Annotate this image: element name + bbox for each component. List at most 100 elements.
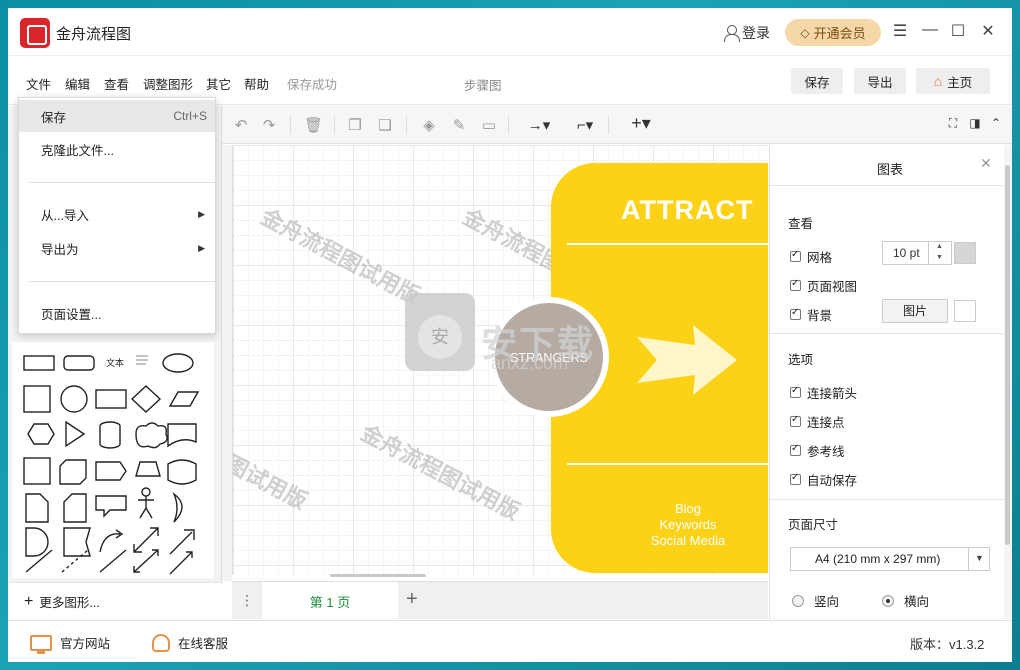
page-tab-1[interactable]: 第 1 页 [262, 582, 398, 620]
more-shapes-button[interactable]: + 更多图形... [8, 582, 222, 620]
home-label: 主页 [947, 75, 973, 90]
connection-arrow-icon[interactable]: →▾ [524, 116, 554, 134]
app-title: 金舟流程图 [56, 26, 132, 43]
menu-help[interactable]: 帮助 [244, 74, 269, 93]
format-panel-icon[interactable]: ◨ [966, 116, 984, 130]
attract-title: ATTRACT [621, 195, 754, 225]
site-watermark-domain: anxz.com [491, 353, 569, 373]
maximize-button[interactable]: ☐ [947, 21, 969, 41]
title-bar: 金舟流程图 登录 ◇ 开通会员 ☰ — ☐ ✕ [8, 8, 1012, 56]
add-page-icon[interactable]: + [406, 588, 418, 611]
grid-checkbox[interactable]: 网格 [790, 247, 832, 266]
login-label: 登录 [742, 25, 770, 41]
page-size-section-title: 页面尺寸 [788, 518, 839, 532]
insert-plus-icon[interactable]: +▾ [624, 113, 658, 134]
delete-icon[interactable]: 🗑 [304, 116, 323, 134]
menu-file[interactable]: 文件 [26, 74, 51, 93]
undo-icon[interactable]: ↶ [232, 116, 250, 134]
close-icon[interactable]: ✕ [980, 155, 992, 172]
footer-bar: 官方网站 在线客服 版本：v1.3.2 [8, 620, 1012, 662]
close-button[interactable]: ✕ [977, 21, 999, 41]
page-menu-icon[interactable]: ⋮ [240, 592, 254, 609]
shape-library[interactable]: 文本 [12, 342, 214, 578]
website-link[interactable]: 官方网站 [30, 633, 111, 654]
redo-icon[interactable]: ↷ [260, 116, 278, 134]
trial-watermark: 图试用版 [232, 450, 312, 515]
delay-shape [25, 527, 49, 557]
save-button[interactable]: 保存 [791, 68, 843, 94]
vip-button[interactable]: ◇ 开通会员 [785, 19, 881, 46]
document-name[interactable]: 步骤图 [464, 75, 502, 94]
background-color-swatch[interactable] [954, 300, 976, 322]
checkbox-checked-icon [790, 443, 801, 456]
sub-item-social-media: Social Media [650, 533, 726, 548]
checkbox-checked-icon [790, 307, 801, 320]
website-label: 官方网站 [60, 637, 111, 651]
menu-import-label: 从...导入 [41, 208, 89, 223]
sidebar-splitter[interactable] [222, 145, 232, 581]
hexagon-shape [27, 423, 55, 445]
connect-points-checkbox[interactable]: 连接点 [790, 412, 845, 431]
thin-line-shape [99, 549, 127, 573]
support-link[interactable]: 在线客服 [152, 633, 228, 652]
landscape-radio[interactable]: 横向 [882, 591, 929, 610]
trial-watermark: 金舟流程图试用版 [356, 419, 524, 525]
directional-arrow-shape [169, 551, 193, 575]
portrait-radio[interactable]: 竖向 [792, 591, 839, 610]
parallelogram-shape [168, 391, 200, 407]
menu-page-setup[interactable]: 页面设置... [19, 297, 215, 329]
diagram-canvas[interactable]: 金舟流程图试用版 金舟流程图试用版 金舟流程图试用版 图试用版 ATTRACT … [232, 145, 768, 575]
version-label: 版本：v1.3.2 [910, 637, 985, 652]
horizontal-scrollbar[interactable] [330, 574, 426, 577]
page-size-select[interactable]: A4 (210 mm x 297 mm) [790, 547, 990, 571]
menu-icon[interactable]: ☰ [889, 21, 911, 41]
grid-color-swatch[interactable] [954, 242, 976, 264]
background-checkbox[interactable]: 背景 [790, 305, 832, 324]
panel-divider [770, 333, 1004, 334]
toolbar-divider [334, 116, 335, 134]
menu-extras[interactable]: 其它 [206, 74, 231, 93]
export-button[interactable]: 导出 [854, 68, 906, 94]
arrow-right-icon [637, 325, 737, 395]
panel-scrollbar-thumb[interactable] [1005, 165, 1010, 545]
chevron-down-icon[interactable]: ▼ [968, 547, 990, 571]
menu-clone[interactable]: 克隆此文件... [19, 133, 215, 165]
home-icon: ⌂ [933, 73, 943, 89]
menu-arrange[interactable]: 调整图形 [143, 74, 193, 93]
connect-arrows-label: 连接箭头 [807, 387, 858, 401]
to-back-icon[interactable]: ❏ [376, 116, 394, 134]
rectangle-shape [23, 355, 55, 371]
checkbox-checked-icon [790, 385, 801, 398]
customer-service-icon [152, 633, 170, 652]
to-front-icon[interactable]: ❐ [346, 116, 364, 134]
waypoint-icon[interactable]: ⌐▾ [570, 116, 600, 134]
more-shapes-label: 更多图形... [39, 596, 100, 610]
menu-save[interactable]: 保存 Ctrl+S [19, 100, 215, 132]
vip-label: 开通会员 [813, 26, 866, 41]
menu-view[interactable]: 查看 [104, 74, 129, 93]
collapse-icon[interactable]: ⌃ [987, 116, 1005, 130]
background-image-button[interactable]: 图片 [882, 299, 948, 323]
menu-import[interactable]: 从...导入 ▶ [19, 198, 215, 230]
checkbox-checked-icon [790, 278, 801, 291]
page-view-checkbox[interactable]: 页面视图 [790, 276, 857, 295]
connect-arrows-checkbox[interactable]: 连接箭头 [790, 383, 857, 402]
minimize-button[interactable]: — [919, 21, 941, 39]
tape-shape [167, 459, 197, 485]
home-button[interactable]: ⌂ 主页 [916, 68, 990, 94]
login-button[interactable]: 登录 [724, 23, 770, 43]
guides-checkbox[interactable]: 参考线 [790, 441, 845, 460]
sub-item-blog: Blog [674, 501, 702, 516]
portrait-label: 竖向 [814, 595, 840, 609]
line-color-icon[interactable]: ✎ [450, 116, 468, 134]
fill-color-icon[interactable]: ◈ [420, 116, 438, 134]
radio-selected-icon [882, 594, 894, 607]
menu-export-as[interactable]: 导出为 ▶ [19, 232, 215, 264]
autosave-checkbox[interactable]: 自动保存 [790, 470, 857, 489]
grid-size-stepper[interactable]: ▲ ▼ [928, 241, 950, 265]
diamond-icon: ◇ [800, 25, 810, 40]
fit-icon[interactable]: ⛶ [944, 116, 962, 131]
shadow-icon[interactable]: ▭ [480, 116, 498, 134]
menu-edit[interactable]: 编辑 [65, 74, 90, 93]
divider-line [567, 463, 768, 465]
